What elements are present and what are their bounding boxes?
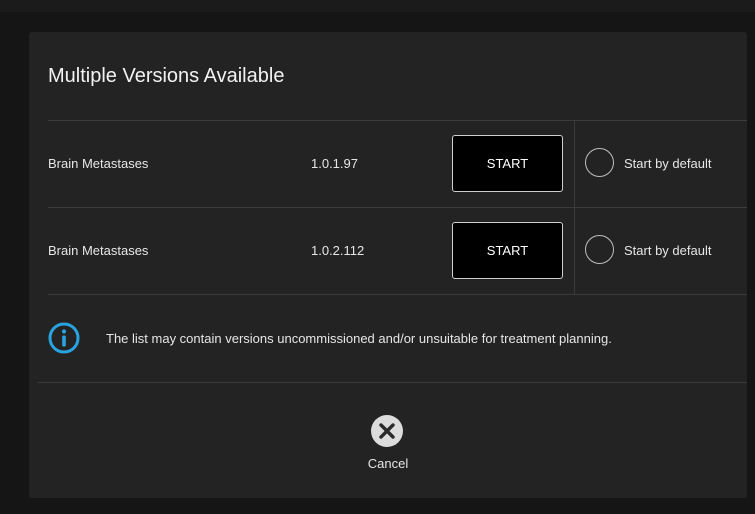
version-row: Brain Metastases 1.0.1.97 START Start by… <box>48 121 747 207</box>
dialog-title: Multiple Versions Available <box>48 65 285 87</box>
protocol-version: 1.0.2.112 <box>311 243 365 258</box>
protocol-name: Brain Metastases <box>48 243 149 258</box>
protocol-name: Brain Metastases <box>48 156 149 171</box>
protocol-version: 1.0.1.97 <box>311 156 358 171</box>
column-divider <box>574 208 575 294</box>
close-circle-icon[interactable] <box>370 414 404 448</box>
cancel-button[interactable]: Cancel <box>359 414 417 474</box>
start-button[interactable]: START <box>452 135 563 192</box>
start-by-default-radio[interactable] <box>585 148 614 177</box>
start-button[interactable]: START <box>452 222 563 279</box>
start-by-default-label: Start by default <box>624 243 712 258</box>
info-circle-icon <box>48 322 80 354</box>
footer-divider <box>38 382 747 383</box>
info-text: The list may contain versions uncommissi… <box>106 331 612 346</box>
start-by-default-radio[interactable] <box>585 235 614 264</box>
version-row: Brain Metastases 1.0.2.112 START Start b… <box>48 208 747 294</box>
background-header-strip <box>0 0 755 12</box>
multiple-versions-dialog: Multiple Versions Available Brain Metast… <box>29 32 747 498</box>
info-notice: The list may contain versions uncommissi… <box>48 322 738 356</box>
column-divider <box>574 121 575 207</box>
row-divider <box>48 294 747 295</box>
cancel-label: Cancel <box>367 456 409 471</box>
start-by-default-label: Start by default <box>624 156 712 171</box>
